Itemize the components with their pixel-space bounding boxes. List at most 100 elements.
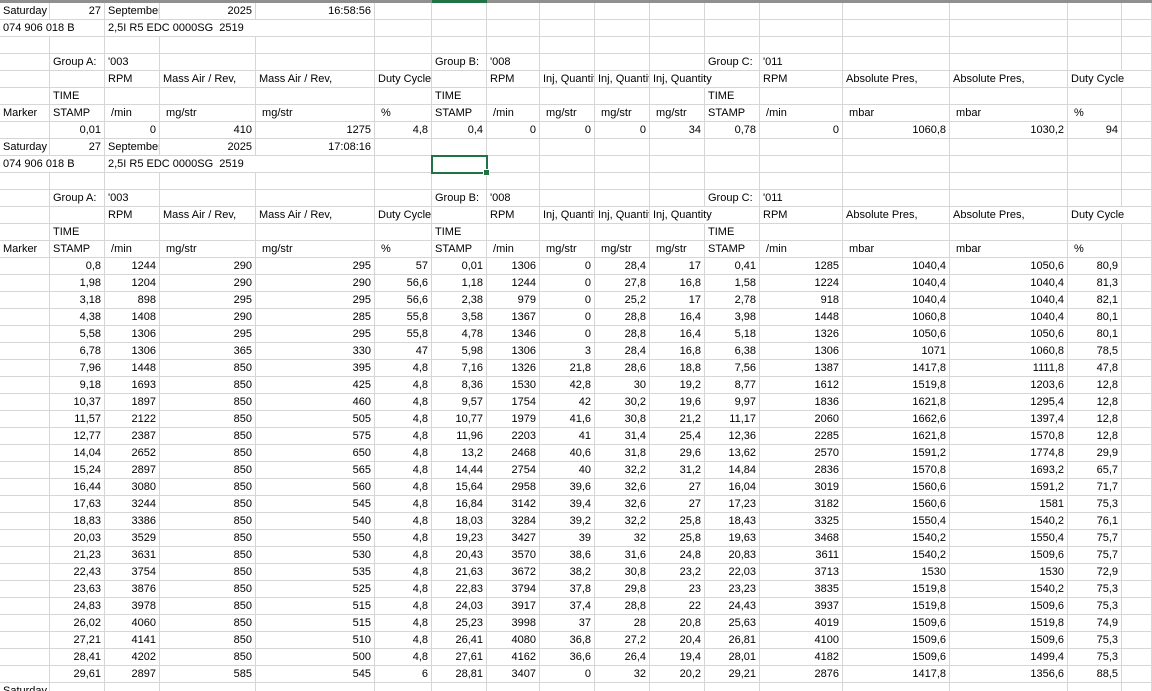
cell-G40[interactable]: 28,81 — [432, 666, 487, 682]
cell-D27[interactable]: 850 — [160, 445, 256, 461]
cell-B14[interactable]: TIME — [50, 224, 105, 240]
cell-K22[interactable]: 18,8 — [650, 360, 705, 376]
cell-I17[interactable]: 0 — [540, 275, 595, 291]
cell-H41[interactable] — [487, 683, 540, 691]
cell-H2[interactable] — [487, 20, 540, 36]
cell-D29[interactable]: 850 — [160, 479, 256, 495]
cell-O6[interactable] — [950, 88, 1068, 104]
cell-O16[interactable]: 1050,6 — [950, 258, 1068, 274]
cell-K2[interactable] — [650, 20, 705, 36]
cell-O28[interactable]: 1693,2 — [950, 462, 1068, 478]
cell-B3[interactable] — [50, 37, 105, 53]
cell-D26[interactable]: 850 — [160, 428, 256, 444]
cell-F2[interactable] — [375, 20, 432, 36]
cell-B24[interactable]: 10,37 — [50, 394, 105, 410]
cell-Q7[interactable] — [1122, 105, 1152, 121]
cell-K36[interactable]: 22 — [650, 598, 705, 614]
cell-N2[interactable] — [843, 20, 950, 36]
cell-E12[interactable] — [256, 190, 375, 206]
cell-M18[interactable]: 918 — [760, 292, 843, 308]
cell-I22[interactable]: 21,8 — [540, 360, 595, 376]
cell-L11[interactable] — [705, 173, 760, 189]
cell-A7[interactable]: Marker — [0, 105, 50, 121]
cell-J27[interactable]: 31,8 — [595, 445, 650, 461]
cell-H39[interactable]: 4162 — [487, 649, 540, 665]
cell-D41[interactable] — [160, 683, 256, 691]
cell-E21[interactable]: 330 — [256, 343, 375, 359]
cell-F21[interactable]: 47 — [375, 343, 432, 359]
cell-C41[interactable] — [105, 683, 160, 691]
cell-K15[interactable]: mg/str — [650, 241, 705, 257]
cell-E38[interactable]: 510 — [256, 632, 375, 648]
cell-M1[interactable] — [760, 3, 843, 19]
cell-P23[interactable]: 12,8 — [1068, 377, 1122, 393]
cell-I12[interactable] — [540, 190, 595, 206]
cell-B35[interactable]: 23,63 — [50, 581, 105, 597]
cell-L8[interactable]: 0,78 — [705, 122, 760, 138]
cell-G38[interactable]: 26,41 — [432, 632, 487, 648]
cell-H9[interactable] — [487, 139, 540, 155]
cell-E26[interactable]: 575 — [256, 428, 375, 444]
cell-M11[interactable] — [760, 173, 843, 189]
cell-M13[interactable]: RPM — [760, 207, 843, 223]
cell-O25[interactable]: 1397,4 — [950, 411, 1068, 427]
cell-G12[interactable]: Group B: — [432, 190, 487, 206]
cell-B20[interactable]: 5,58 — [50, 326, 105, 342]
cell-L33[interactable]: 20,83 — [705, 547, 760, 563]
cell-L24[interactable]: 9,97 — [705, 394, 760, 410]
cell-B7[interactable]: STAMP — [50, 105, 105, 121]
cell-J18[interactable]: 25,2 — [595, 292, 650, 308]
cell-I20[interactable]: 0 — [540, 326, 595, 342]
cell-O32[interactable]: 1550,4 — [950, 530, 1068, 546]
cell-I36[interactable]: 37,4 — [540, 598, 595, 614]
cell-E31[interactable]: 540 — [256, 513, 375, 529]
cell-E41[interactable] — [256, 683, 375, 691]
cell-O39[interactable]: 1499,4 — [950, 649, 1068, 665]
cell-G37[interactable]: 25,23 — [432, 615, 487, 631]
cell-A11[interactable] — [0, 173, 50, 189]
cell-N5[interactable]: Absolute Pres, — [843, 71, 950, 87]
cell-H14[interactable] — [487, 224, 540, 240]
cell-M24[interactable]: 1836 — [760, 394, 843, 410]
cell-D31[interactable]: 850 — [160, 513, 256, 529]
cell-G34[interactable]: 21,63 — [432, 564, 487, 580]
cell-D13[interactable]: Mass Air / Rev, — [160, 207, 256, 223]
cell-G16[interactable]: 0,01 — [432, 258, 487, 274]
cell-C2[interactable]: 2,5I R5 EDC 0000SG 2519 — [105, 20, 375, 36]
cell-K27[interactable]: 29,6 — [650, 445, 705, 461]
cell-K34[interactable]: 23,2 — [650, 564, 705, 580]
cell-O27[interactable]: 1774,8 — [950, 445, 1068, 461]
cell-L14[interactable]: TIME — [705, 224, 760, 240]
cell-J3[interactable] — [595, 37, 650, 53]
cell-H38[interactable]: 4080 — [487, 632, 540, 648]
cell-E11[interactable] — [256, 173, 375, 189]
cell-D20[interactable]: 295 — [160, 326, 256, 342]
cell-F7[interactable]: % — [375, 105, 432, 121]
cell-G5[interactable] — [432, 71, 487, 87]
cell-K6[interactable] — [650, 88, 705, 104]
cell-G17[interactable]: 1,18 — [432, 275, 487, 291]
cell-M15[interactable]: /min — [760, 241, 843, 257]
cell-K40[interactable]: 20,2 — [650, 666, 705, 682]
cell-H4[interactable]: '008 — [487, 54, 540, 70]
cell-I27[interactable]: 40,6 — [540, 445, 595, 461]
cell-Q29[interactable] — [1122, 479, 1152, 495]
cell-B6[interactable]: TIME — [50, 88, 105, 104]
cell-G3[interactable] — [432, 37, 487, 53]
cell-M7[interactable]: /min — [760, 105, 843, 121]
cell-L39[interactable]: 28,01 — [705, 649, 760, 665]
cell-G14[interactable]: TIME — [432, 224, 487, 240]
cell-F19[interactable]: 55,8 — [375, 309, 432, 325]
cell-K1[interactable] — [650, 3, 705, 19]
cell-E24[interactable]: 460 — [256, 394, 375, 410]
cell-E19[interactable]: 285 — [256, 309, 375, 325]
cell-C39[interactable]: 4202 — [105, 649, 160, 665]
cell-E28[interactable]: 565 — [256, 462, 375, 478]
cell-G25[interactable]: 10,77 — [432, 411, 487, 427]
cell-D28[interactable]: 850 — [160, 462, 256, 478]
cell-L31[interactable]: 18,43 — [705, 513, 760, 529]
cell-L41[interactable] — [705, 683, 760, 691]
cell-O2[interactable] — [950, 20, 1068, 36]
cell-H7[interactable]: /min — [487, 105, 540, 121]
cell-C32[interactable]: 3529 — [105, 530, 160, 546]
